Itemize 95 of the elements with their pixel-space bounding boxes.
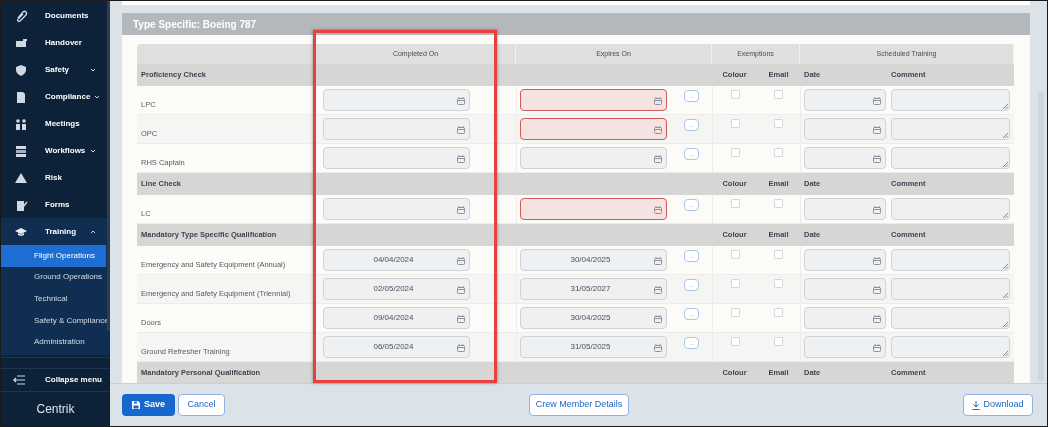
sidebar-item[interactable]: Meetings: [1, 110, 110, 137]
checkbox[interactable]: [730, 308, 740, 317]
calendar-icon: [457, 344, 465, 352]
resize-grip-icon: [1003, 351, 1008, 356]
sidebar-item[interactable]: Risk: [1, 164, 110, 191]
date-field[interactable]: 06/05/2024: [323, 336, 470, 358]
date-field[interactable]: 09/04/2024: [323, 307, 470, 329]
checkbox[interactable]: [774, 148, 783, 157]
calendar-icon: [654, 286, 662, 294]
sidebar-subitem[interactable]: Safety & Compliance: [1, 309, 110, 332]
sidebar-subitem[interactable]: Technical: [1, 288, 110, 310]
calendar-icon: [873, 257, 881, 265]
calendar-icon: [654, 126, 662, 134]
sidebar-item[interactable]: Training: [1, 218, 110, 245]
comment-field[interactable]: [891, 198, 1010, 220]
section-title: Type Specific: Boeing 787: [133, 17, 257, 32]
date-field[interactable]: [520, 118, 667, 140]
calendar-icon: [457, 155, 465, 163]
checkbox[interactable]: [774, 119, 783, 128]
calendar-icon: [654, 315, 662, 323]
collapse-menu-button[interactable]: Collapse menu: [1, 367, 110, 392]
sidebar-subitem[interactable]: Administration: [1, 331, 110, 353]
checkbox[interactable]: [730, 199, 740, 208]
calendar-icon: [654, 257, 662, 265]
sidebar-subitem[interactable]: Flight Operations: [1, 245, 106, 267]
calendar-icon: [654, 155, 662, 163]
calendar-icon: [873, 97, 881, 105]
date-field[interactable]: 31/05/2027: [520, 278, 667, 300]
sidebar-item[interactable]: Compliance: [1, 83, 110, 110]
calendar-icon: [873, 155, 881, 163]
download-button[interactable]: Download: [963, 394, 1033, 417]
calendar-icon: [873, 315, 881, 323]
calendar-icon: [457, 206, 465, 214]
logo: Centrik: [36, 401, 75, 418]
stack-icon: [14, 143, 28, 158]
date-field[interactable]: 30/04/2025: [520, 249, 667, 271]
cancel-button[interactable]: Cancel: [178, 394, 226, 417]
date-field[interactable]: [520, 198, 667, 220]
calendar-icon: [457, 315, 465, 323]
calendar-icon: [457, 97, 465, 105]
calendar-icon: [873, 206, 881, 214]
date-field[interactable]: 30/04/2025: [520, 307, 667, 329]
sidebar-item[interactable]: Workflows: [1, 137, 110, 164]
download-icon: [972, 400, 981, 410]
shield-icon: [14, 62, 28, 77]
resize-grip-icon: [1003, 322, 1008, 327]
checkbox[interactable]: [730, 250, 740, 259]
people-icon: [14, 116, 28, 131]
collapse-icon: [13, 374, 25, 385]
paperclip-icon: [14, 8, 28, 23]
sidebar-item[interactable]: Documents: [1, 2, 110, 29]
sidebar-item[interactable]: Handover: [1, 29, 110, 56]
calendar-icon: [457, 286, 465, 294]
checkbox[interactable]: [774, 199, 783, 208]
comment-field[interactable]: [891, 307, 1010, 329]
date-field[interactable]: [520, 89, 667, 111]
sidebar-item[interactable]: Safety: [1, 56, 110, 83]
checkbox[interactable]: [774, 90, 783, 99]
date-field[interactable]: 31/05/2025: [520, 336, 667, 358]
checkbox[interactable]: [730, 90, 740, 99]
resize-grip-icon: [1003, 104, 1008, 109]
calendar-icon: [873, 286, 881, 294]
checkbox[interactable]: [774, 250, 783, 259]
calendar-icon: [654, 344, 662, 352]
resize-grip-icon: [1003, 162, 1008, 167]
checkbox[interactable]: [774, 337, 783, 346]
comment-field[interactable]: [891, 249, 1010, 271]
calendar-icon: [654, 97, 662, 105]
date-field[interactable]: 02/05/2024: [323, 278, 470, 300]
sidebar-item[interactable]: Forms: [1, 191, 110, 218]
comment-field[interactable]: [891, 147, 1010, 169]
calendar-icon: [873, 126, 881, 134]
checkbox[interactable]: [730, 337, 740, 346]
calendar-icon: [654, 206, 662, 214]
checkbox[interactable]: [774, 308, 783, 317]
crew-member-details-button[interactable]: Crew Member Details: [529, 394, 630, 417]
comment-field[interactable]: [891, 278, 1010, 300]
checkbox[interactable]: [774, 279, 783, 288]
resize-grip-icon: [1003, 133, 1008, 138]
calendar-icon: [457, 257, 465, 265]
comment-field[interactable]: [891, 336, 1010, 358]
comment-field[interactable]: [891, 89, 1010, 111]
save-button[interactable]: Save: [122, 394, 176, 417]
resize-grip-icon: [1003, 293, 1008, 298]
resize-grip-icon: [1003, 264, 1008, 269]
sidebar-subitem[interactable]: Ground Operations: [1, 266, 110, 289]
comment-field[interactable]: [891, 118, 1010, 140]
checkbox[interactable]: [730, 279, 740, 288]
calendar-icon: [457, 126, 465, 134]
resize-grip-icon: [1003, 213, 1008, 218]
calendar-icon: [873, 344, 881, 352]
date-field[interactable]: 04/04/2024: [323, 249, 470, 271]
checkbox[interactable]: [730, 148, 740, 157]
checkbox[interactable]: [730, 119, 740, 128]
document-icon: [14, 89, 28, 104]
